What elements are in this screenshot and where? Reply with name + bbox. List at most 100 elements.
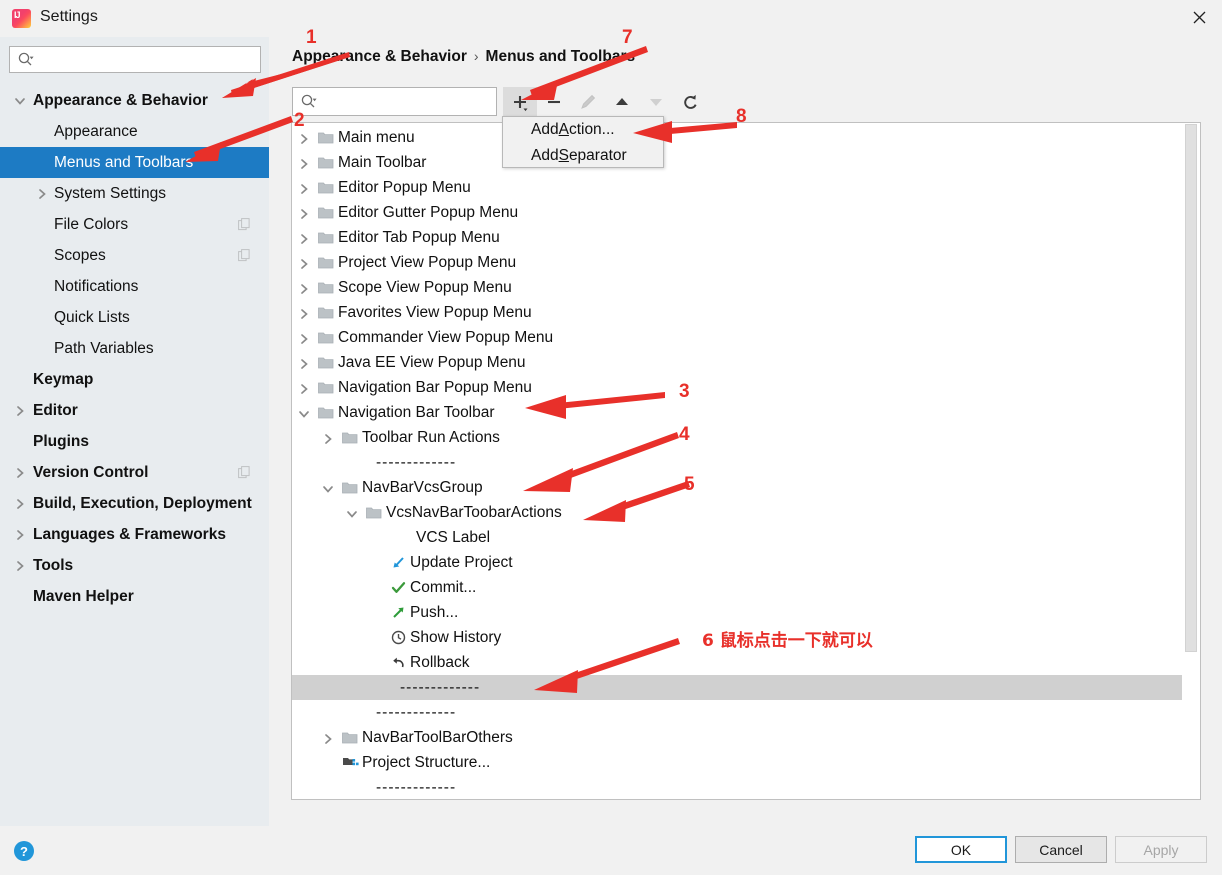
tree-row[interactable]: Update Project [292,550,1182,575]
add-button[interactable] [503,87,537,116]
add-action-post: ction... [568,121,615,138]
chevron-right-icon[interactable] [14,404,28,418]
tree-row[interactable]: Favorites View Popup Menu [292,300,1182,325]
filter-input[interactable] [317,90,506,113]
sidebar-item-editor[interactable]: Editor [0,395,269,426]
sidebar-item-appearance-behavior[interactable]: Appearance & Behavior [0,85,269,116]
sidebar-search[interactable] [9,46,261,73]
copy-settings-icon[interactable] [238,466,251,479]
chevron-right-icon[interactable] [298,232,310,244]
edit-button[interactable] [571,87,605,116]
tree-row[interactable]: Editor Popup Menu [292,175,1182,200]
sidebar-item-keymap[interactable]: Keymap [0,364,269,395]
sidebar-item-quick-lists[interactable]: Quick Lists [0,302,269,333]
window-title: Settings [40,8,98,25]
tree-row[interactable]: Main Toolbar [292,150,1182,175]
sidebar-item-notifications[interactable]: Notifications [0,271,269,302]
copy-settings-icon[interactable] [238,218,251,231]
remove-button[interactable] [537,87,571,116]
tree-row[interactable]: Rollback [292,650,1182,675]
chevron-down-icon[interactable] [322,482,334,494]
close-icon[interactable] [1176,0,1222,34]
tree-row[interactable]: ------------- [292,775,1182,799]
sidebar-item-maven-helper[interactable]: Maven Helper [0,581,269,612]
folder-icon [318,356,334,369]
chevron-right-icon[interactable] [298,182,310,194]
sidebar-item-scopes[interactable]: Scopes [0,240,269,271]
apply-button[interactable]: Apply [1115,836,1207,863]
menu-item-add-action[interactable]: Add Action... [503,117,663,143]
tree-row[interactable]: Push... [292,600,1182,625]
chevron-right-icon[interactable] [298,282,310,294]
chevron-down-icon[interactable] [14,94,28,108]
tree-row[interactable]: NavBarToolBarOthers [292,725,1182,750]
tree-row[interactable]: Navigation Bar Popup Menu [292,375,1182,400]
tree-row[interactable]: VcsNavBarToobarActions [292,500,1182,525]
tree-row[interactable]: ------------- [292,700,1182,725]
tree-row[interactable]: ------------- [292,450,1182,475]
tree-row[interactable]: Java EE View Popup Menu [292,350,1182,375]
tree-row[interactable]: Project Structure... [292,750,1182,775]
question-mark-icon[interactable]: ? [14,841,34,861]
sidebar-item-system-settings[interactable]: System Settings [0,178,269,209]
tree-row[interactable]: Navigation Bar Toolbar [292,400,1182,425]
chevron-right-icon[interactable] [298,257,310,269]
tree-separator-label: ------------- [376,703,457,721]
sidebar-item-label: Menus and Toolbars [54,153,194,171]
sidebar-item-build-execution-deployment[interactable]: Build, Execution, Deployment [0,488,269,519]
sidebar-item-plugins[interactable]: Plugins [0,426,269,457]
chevron-right-icon[interactable] [322,432,334,444]
sidebar-item-path-variables[interactable]: Path Variables [0,333,269,364]
sidebar-item-file-colors[interactable]: File Colors [0,209,269,240]
tree-row[interactable]: Editor Gutter Popup Menu [292,200,1182,225]
chevron-down-icon[interactable] [298,407,310,419]
folder-icon [318,306,334,319]
tree-row[interactable]: VCS Label [292,525,1182,550]
sidebar-item-menus-and-toolbars[interactable]: Menus and Toolbars [0,147,269,178]
folder-icon [342,481,358,494]
cancel-button[interactable]: Cancel [1015,836,1107,863]
tree-row[interactable]: Toolbar Run Actions [292,425,1182,450]
sidebar-item-version-control[interactable]: Version Control [0,457,269,488]
chevron-right-icon[interactable] [14,497,28,511]
chevron-right-icon[interactable] [298,307,310,319]
chevron-right-icon[interactable] [298,132,310,144]
sidebar-item-appearance[interactable]: Appearance [0,116,269,147]
search-input[interactable] [34,48,260,71]
chevron-right-icon[interactable] [14,559,28,573]
chevron-right-icon[interactable] [322,732,334,744]
tree-row-label: Project View Popup Menu [338,253,517,271]
tree-row[interactable]: Editor Tab Popup Menu [292,225,1182,250]
vertical-scrollbar[interactable] [1183,124,1199,799]
copy-settings-icon[interactable] [238,249,251,262]
tree-row[interactable]: Main menu [292,125,1182,150]
menu-item-add-separator[interactable]: Add Separator [503,143,663,169]
chevron-right-icon[interactable] [298,357,310,369]
scrollbar-thumb[interactable] [1185,124,1197,652]
restore-button[interactable] [673,87,707,116]
chevron-right-icon[interactable] [298,382,310,394]
chevron-right-icon[interactable] [36,187,50,201]
sidebar-item-label: File Colors [54,215,129,233]
add-separator-mnemonic: S [558,147,569,164]
chevron-right-icon[interactable] [298,332,310,344]
ok-button[interactable]: OK [915,836,1007,863]
chevron-down-icon[interactable] [346,507,358,519]
chevron-right-icon[interactable] [14,466,28,480]
filter-field[interactable] [292,87,506,116]
sidebar-item-tools[interactable]: Tools [0,550,269,581]
tree-row[interactable]: Scope View Popup Menu [292,275,1182,300]
tree-row[interactable]: Commander View Popup Menu [292,325,1182,350]
tree-row[interactable]: NavBarVcsGroup [292,475,1182,500]
tree-row[interactable]: Commit... [292,575,1182,600]
tree-row[interactable]: ------------- [292,675,1182,700]
tree-row[interactable]: Project View Popup Menu [292,250,1182,275]
chevron-right-icon[interactable] [298,207,310,219]
breadcrumb-root[interactable]: Appearance & Behavior [292,48,467,65]
move-up-button[interactable] [605,87,639,116]
menus-tree: Main menu Main Toolbar Editor Popup Menu Ed… [292,125,1182,799]
move-down-button[interactable] [639,87,673,116]
chevron-right-icon[interactable] [14,528,28,542]
chevron-right-icon[interactable] [298,157,310,169]
sidebar-item-languages-frameworks[interactable]: Languages & Frameworks [0,519,269,550]
